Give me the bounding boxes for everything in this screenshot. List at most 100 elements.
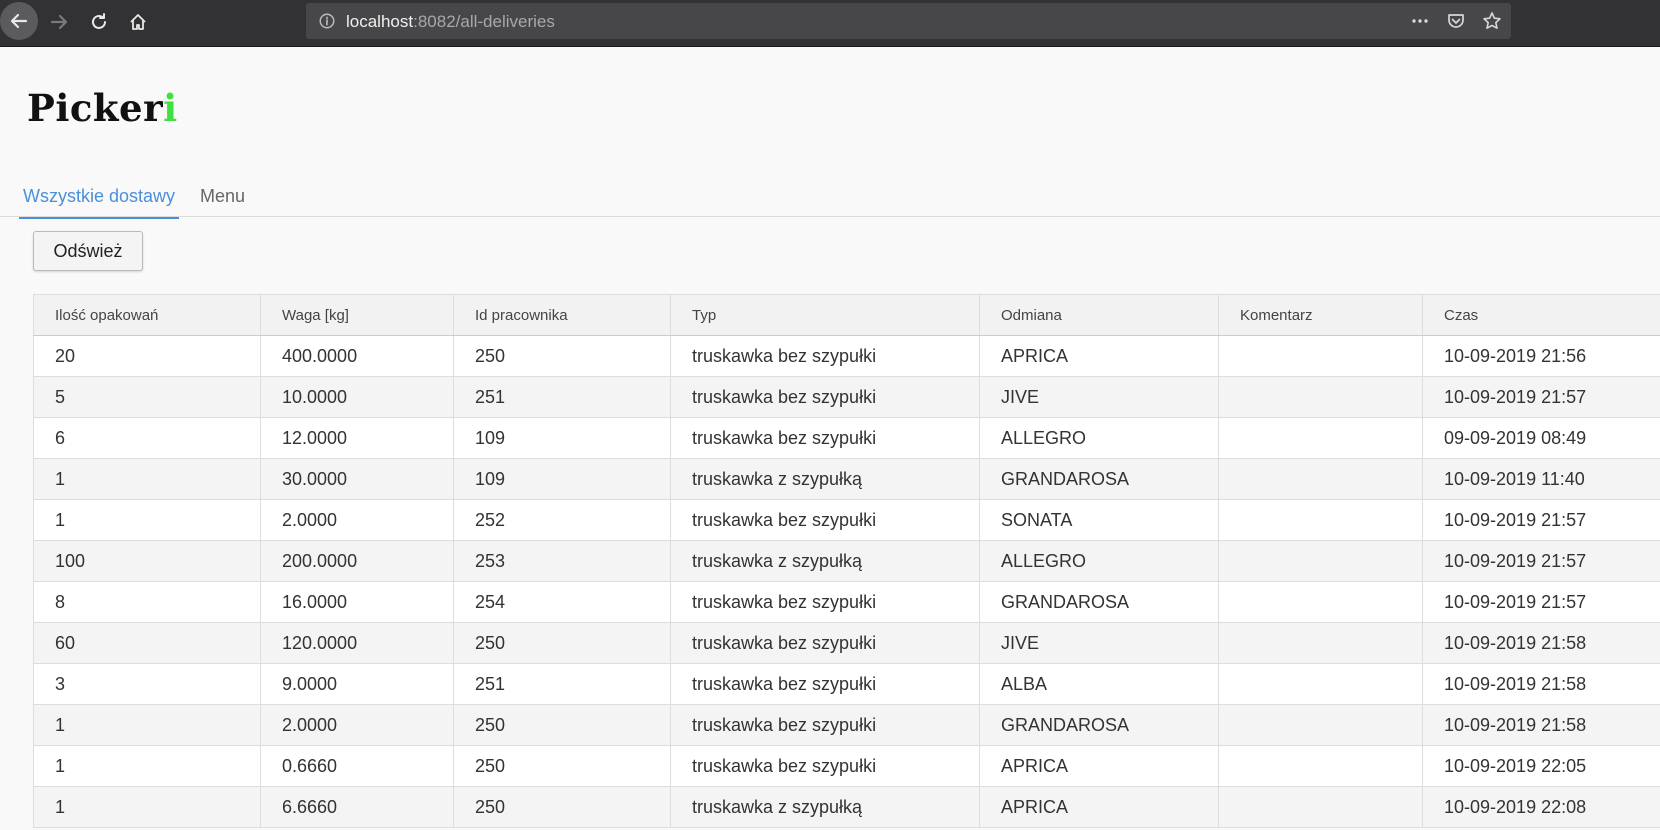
table-cell: 10.0000	[260, 376, 454, 418]
table-cell: 100	[33, 540, 261, 582]
table-cell: 254	[453, 581, 671, 623]
table-cell: 250	[453, 786, 671, 828]
tab-all-deliveries[interactable]: Wszystkie dostawy	[19, 186, 180, 219]
table-cell: truskawka bez szypułki	[670, 417, 980, 459]
table-cell: 10-09-2019 21:57	[1422, 540, 1660, 582]
table-cell: 250	[453, 335, 671, 377]
table-row[interactable]: 1 6.6660 250 truskawka z szypułką APRICA 10-0…	[33, 786, 1660, 828]
table-cell: truskawka z szypułką	[670, 458, 980, 500]
forward-button[interactable]	[41, 4, 77, 40]
table-row[interactable]: 1 2.0000 252 truskawka bez szypułki SONATA 10…	[33, 499, 1660, 541]
table-cell	[1218, 417, 1423, 459]
table-cell	[1218, 745, 1423, 787]
table-cell: 10-09-2019 11:40	[1422, 458, 1660, 500]
app-logo: Pickeri	[27, 86, 178, 130]
table-cell: 9.0000	[260, 663, 454, 705]
column-header-worker-id[interactable]: Id pracownika	[453, 294, 671, 336]
refresh-button[interactable]: Odśwież	[33, 231, 143, 271]
table-row[interactable]: 60 120.0000 250 truskawka bez szypułki JIVE 1…	[33, 622, 1660, 664]
table-cell: 400.0000	[260, 335, 454, 377]
column-header-time[interactable]: Czas	[1422, 294, 1660, 336]
table-cell	[1218, 499, 1423, 541]
column-header-variety[interactable]: Odmiana	[979, 294, 1219, 336]
table-cell: truskawka z szypułką	[670, 786, 980, 828]
table-row[interactable]: 3 9.0000 251 truskawka bez szypułki ALBA 10-0…	[33, 663, 1660, 705]
deliveries-table: Ilość opakowań Waga [kg] Id pracownika T…	[33, 294, 1660, 828]
table-cell: truskawka bez szypułki	[670, 376, 980, 418]
table-cell: 10-09-2019 21:58	[1422, 704, 1660, 746]
reload-button[interactable]	[81, 4, 117, 40]
star-icon	[1483, 12, 1501, 29]
table-cell: 109	[453, 417, 671, 459]
home-button[interactable]	[120, 4, 156, 40]
table-cell: 10-09-2019 21:58	[1422, 622, 1660, 664]
table-cell	[1218, 663, 1423, 705]
tab-menu[interactable]: Menu	[196, 186, 249, 217]
table-cell: 251	[453, 663, 671, 705]
table-row[interactable]: 5 10.0000 251 truskawka bez szypułki JIVE 10-…	[33, 376, 1660, 418]
table-row[interactable]: 1 30.0000 109 truskawka z szypułką GRANDAROS…	[33, 458, 1660, 500]
table-cell: 09-09-2019 08:49	[1422, 417, 1660, 459]
table-cell: 252	[453, 499, 671, 541]
page-actions-button[interactable]	[1409, 10, 1431, 32]
table-cell: 120.0000	[260, 622, 454, 664]
url-text[interactable]: localhost:8082/all-deliveries	[346, 12, 555, 32]
arrow-left-icon	[10, 13, 28, 29]
url-host: localhost	[346, 12, 414, 31]
browser-toolbar: localhost:8082/all-deliveries	[0, 0, 1660, 47]
table-cell: truskawka bez szypułki	[670, 745, 980, 787]
table-cell: 200.0000	[260, 540, 454, 582]
table-cell: 0.6660	[260, 745, 454, 787]
info-icon[interactable]	[318, 12, 336, 30]
table-cell: 1	[33, 704, 261, 746]
table-cell: 30.0000	[260, 458, 454, 500]
table-cell: 10-09-2019 21:56	[1422, 335, 1660, 377]
table-cell	[1218, 704, 1423, 746]
bookmark-button[interactable]	[1481, 10, 1503, 32]
table-cell: 8	[33, 581, 261, 623]
table-row[interactable]: 100 200.0000 253 truskawka z szypułką ALLEGR…	[33, 540, 1660, 582]
home-icon	[130, 14, 146, 30]
column-header-type[interactable]: Typ	[670, 294, 980, 336]
table-cell: ALLEGRO	[979, 417, 1219, 459]
table-cell: 1	[33, 499, 261, 541]
column-header-package-count[interactable]: Ilość opakowań	[33, 294, 261, 336]
table-header-row: Ilość opakowań Waga [kg] Id pracownika T…	[33, 294, 1660, 336]
table-cell: 250	[453, 622, 671, 664]
column-header-comment[interactable]: Komentarz	[1218, 294, 1423, 336]
table-cell: 1	[33, 786, 261, 828]
table-row[interactable]: 6 12.0000 109 truskawka bez szypułki ALLEGRO…	[33, 417, 1660, 459]
table-cell: 6.6660	[260, 786, 454, 828]
table-cell: 20	[33, 335, 261, 377]
table-cell: GRANDAROSA	[979, 581, 1219, 623]
table-cell: truskawka bez szypułki	[670, 704, 980, 746]
table-cell	[1218, 540, 1423, 582]
table-row[interactable]: 8 16.0000 254 truskawka bez szypułki GRANDAR…	[33, 581, 1660, 623]
pocket-icon	[1448, 14, 1464, 28]
url-bar[interactable]: localhost:8082/all-deliveries	[306, 3, 1511, 39]
table-cell	[1218, 622, 1423, 664]
table-cell: 5	[33, 376, 261, 418]
table-cell: 16.0000	[260, 581, 454, 623]
table-cell: 10-09-2019 21:57	[1422, 499, 1660, 541]
back-button[interactable]	[0, 2, 38, 40]
pocket-button[interactable]	[1445, 10, 1467, 32]
table-cell: truskawka bez szypułki	[670, 335, 980, 377]
table-cell	[1218, 581, 1423, 623]
table-cell: 10-09-2019 21:58	[1422, 663, 1660, 705]
table-row[interactable]: 1 0.6660 250 truskawka bez szypułki APRICA 10…	[33, 745, 1660, 787]
table-cell: truskawka bez szypułki	[670, 622, 980, 664]
table-cell: truskawka bez szypułki	[670, 581, 980, 623]
table-cell: truskawka bez szypułki	[670, 663, 980, 705]
column-header-weight[interactable]: Waga [kg]	[260, 294, 454, 336]
table-cell: 10-09-2019 21:57	[1422, 581, 1660, 623]
table-row[interactable]: 20 400.0000 250 truskawka bez szypułki APRIC…	[33, 335, 1660, 377]
table-cell: 10-09-2019 21:57	[1422, 376, 1660, 418]
table-cell: 2.0000	[260, 704, 454, 746]
table-row[interactable]: 1 2.0000 250 truskawka bez szypułki GRANDARO…	[33, 704, 1660, 746]
table-cell: GRANDAROSA	[979, 704, 1219, 746]
logo-accent: i	[163, 86, 178, 130]
table-cell: JIVE	[979, 622, 1219, 664]
table-cell	[1218, 786, 1423, 828]
table-cell: 10-09-2019 22:08	[1422, 786, 1660, 828]
